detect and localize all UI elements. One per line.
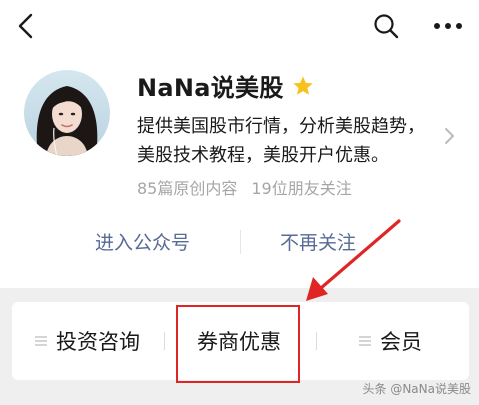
unfollow-button[interactable]: 不再关注	[280, 228, 356, 255]
enter-account-button[interactable]: 进入公众号	[95, 228, 190, 255]
star-icon	[292, 75, 313, 95]
profile-detail-button[interactable]	[441, 125, 459, 147]
friends-following-count[interactable]: 19位朋友关注	[251, 175, 351, 199]
account-profile-page: NaNa说美股 提供美国股市行情，分析美股趋势，美股技术教程，美股开户优惠。 8…	[0, 0, 479, 405]
menu-item-investment-consulting[interactable]: 投资咨询	[34, 302, 140, 380]
menu-separator	[164, 332, 165, 350]
account-stats: 85篇原创内容 19位朋友关注	[137, 175, 352, 199]
chevron-right-icon	[445, 128, 454, 144]
menu-lines-icon	[35, 336, 47, 346]
avatar-photo	[24, 70, 110, 156]
action-divider	[240, 230, 241, 254]
menu-lines-icon	[359, 336, 371, 346]
top-nav-bar	[0, 0, 479, 52]
account-description: 提供美国股市行情，分析美股趋势，美股技术教程，美股开户优惠。	[137, 116, 425, 166]
chevron-left-icon	[18, 13, 33, 39]
action-row: 进入公众号 不再关注	[0, 220, 479, 264]
search-button[interactable]	[370, 10, 402, 42]
more-button[interactable]	[428, 10, 468, 42]
original-articles-count: 85篇原创内容	[137, 179, 238, 198]
menu-item-label: 会员	[380, 330, 422, 354]
back-button[interactable]	[10, 10, 42, 42]
menu-separator	[316, 332, 317, 350]
search-icon	[374, 14, 399, 39]
menu-item-label: 投资咨询	[56, 330, 140, 354]
watermark-text: 头条 @NaNa说美股	[362, 382, 471, 396]
more-horizontal-icon	[434, 23, 462, 29]
account-name-row: NaNa说美股	[137, 68, 314, 103]
highlight-box	[176, 305, 300, 383]
menu-item-membership[interactable]: 会员	[358, 302, 422, 380]
watermark: 头条 @NaNa说美股	[363, 380, 471, 397]
account-name: NaNa说美股	[137, 74, 284, 102]
avatar[interactable]	[24, 70, 110, 156]
